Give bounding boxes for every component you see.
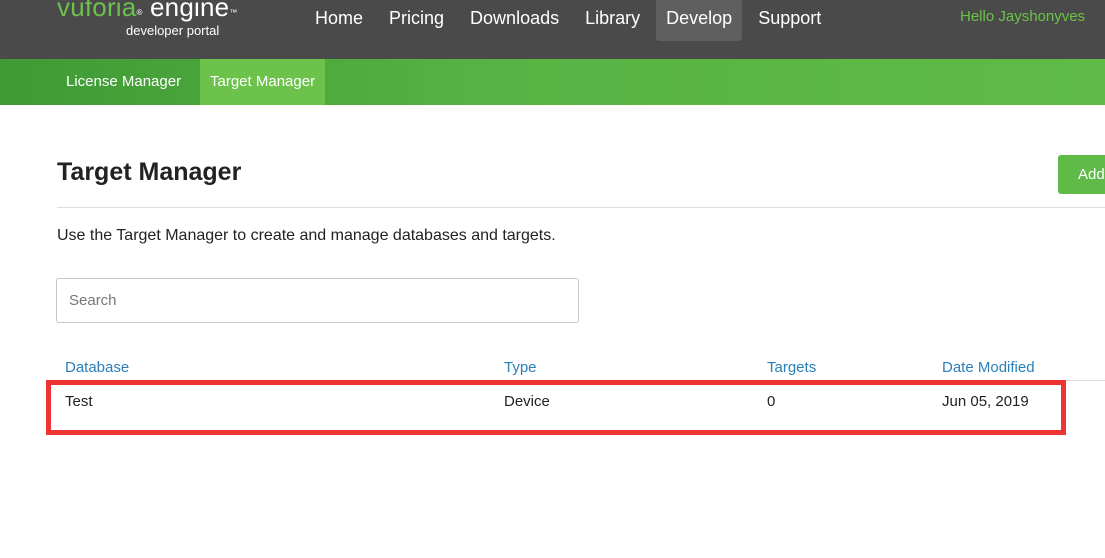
search-input[interactable] bbox=[57, 279, 578, 322]
nav-develop[interactable]: Develop bbox=[656, 0, 743, 41]
search-box bbox=[56, 278, 579, 323]
nav-library[interactable]: Library bbox=[575, 0, 650, 41]
page-title: Target Manager bbox=[57, 158, 242, 186]
nav-pricing[interactable]: Pricing bbox=[379, 0, 454, 41]
title-divider bbox=[57, 207, 1105, 208]
nav-support[interactable]: Support bbox=[748, 0, 831, 41]
logo-product: engine bbox=[150, 0, 230, 22]
user-greeting[interactable]: Hello Jayshonyves bbox=[960, 8, 1085, 25]
column-header-date-modified[interactable]: Date Modified bbox=[942, 359, 1035, 376]
logo-trademark: ™ bbox=[229, 8, 238, 17]
column-header-type[interactable]: Type bbox=[504, 359, 537, 376]
sub-navigation-bar: License Manager Target Manager bbox=[0, 59, 1105, 105]
main-nav: Home Pricing Downloads Library Develop S… bbox=[305, 0, 837, 41]
vuforia-logo[interactable]: vuforia® engine™ developer portal bbox=[57, 0, 238, 38]
logo-subtitle: developer portal bbox=[126, 23, 220, 38]
logo-registered-mark: ® bbox=[136, 8, 143, 17]
page-description: Use the Target Manager to create and man… bbox=[57, 227, 556, 244]
top-navigation-bar: vuforia® engine™ developer portal Home P… bbox=[0, 0, 1105, 59]
subnav-license-manager[interactable]: License Manager bbox=[56, 59, 191, 105]
subnav-target-manager[interactable]: Target Manager bbox=[200, 59, 326, 105]
nav-downloads[interactable]: Downloads bbox=[460, 0, 569, 41]
nav-home[interactable]: Home bbox=[305, 0, 373, 41]
column-header-database[interactable]: Database bbox=[65, 359, 129, 376]
row-highlight-annotation bbox=[46, 380, 1066, 435]
add-database-button[interactable]: Add Database bbox=[1058, 155, 1105, 194]
logo-brand: vuforia bbox=[57, 0, 137, 22]
column-header-targets[interactable]: Targets bbox=[767, 359, 816, 376]
